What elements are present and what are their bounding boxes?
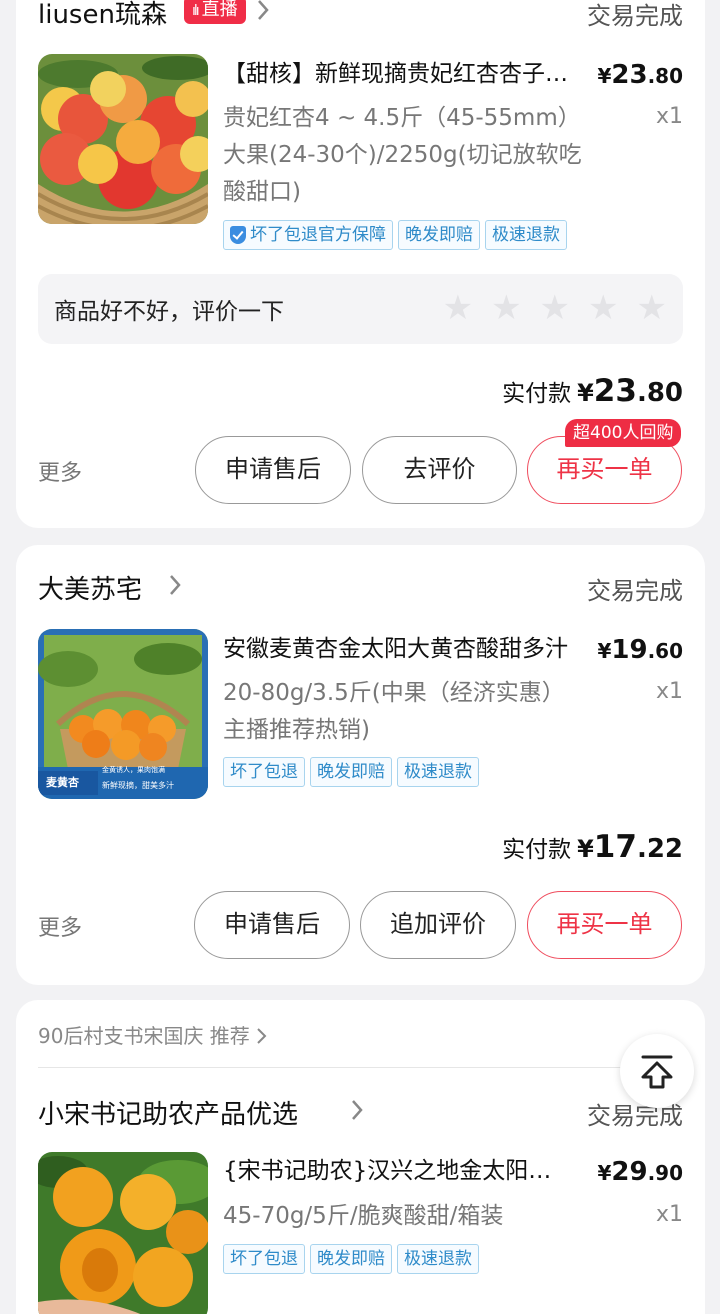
image-caption: 金黄诱人，果肉饱满 xyxy=(102,766,165,774)
after-sale-button[interactable]: 申请售后 xyxy=(194,891,350,959)
order-status: 交易完成 xyxy=(587,2,683,30)
review-prompt[interactable]: 商品好不好，评价一下 ★ ★ ★ ★ ★ xyxy=(38,274,683,344)
live-bars-icon: ılı xyxy=(192,3,200,19)
more-link[interactable]: 更多 xyxy=(38,455,82,487)
order-card-2: 大美苏宅 交易完成 麦黄杏 金黄诱人，果肉饱满 新鲜现摘，甜美多汁 安徽麦黄杏金… xyxy=(16,545,705,985)
service-tag: 坏了包退 xyxy=(223,757,305,787)
image-caption: 麦黄杏 xyxy=(46,776,79,789)
write-review-button[interactable]: 去评价 xyxy=(362,436,517,504)
product-qty: x1 xyxy=(655,679,683,704)
service-tag: 晚发即赔 xyxy=(310,757,392,787)
order-status: 交易完成 xyxy=(587,577,683,605)
service-tags: 坏了包退 晚发即赔 极速退款 xyxy=(223,1244,479,1274)
service-tags: 坏了包退官方保障 晚发即赔 极速退款 xyxy=(223,220,567,250)
chevron-right-icon[interactable] xyxy=(256,0,278,28)
service-tag: 极速退款 xyxy=(397,1244,479,1274)
star-rating[interactable]: ★ ★ ★ ★ ★ xyxy=(443,290,667,326)
divider xyxy=(38,1067,683,1068)
shop-row[interactable]: 小宋书记助农产品优选 交易完成 xyxy=(38,1090,683,1138)
service-tag: 极速退款 xyxy=(485,220,567,250)
star-icon[interactable]: ★ xyxy=(588,290,618,326)
product-qty: x1 xyxy=(655,104,683,129)
star-icon[interactable]: ★ xyxy=(637,290,667,326)
paid-amount: 实付款 ¥17.22 xyxy=(502,829,683,865)
chevron-right-icon[interactable] xyxy=(168,573,190,603)
service-tag: 坏了包退 xyxy=(223,1244,305,1274)
service-tag: 晚发即赔 xyxy=(398,220,480,250)
product-image-golden-apricots[interactable] xyxy=(38,1152,208,1314)
shop-name[interactable]: 大美苏宅 xyxy=(38,569,142,606)
product-price: ¥19.60 xyxy=(597,635,683,665)
shield-icon xyxy=(230,226,246,244)
buy-again-button[interactable]: 再买一单 xyxy=(527,891,682,959)
back-to-top-icon xyxy=(641,1055,673,1089)
repurchase-badge: 超400人回购 xyxy=(565,419,682,447)
product-spec: 20-80g/3.5斤(中果（经济实惠）主播推荐热销) xyxy=(223,680,565,743)
star-icon[interactable]: ★ xyxy=(443,290,473,326)
order-card-1: liusen琉森 ılı 直播 交易完成 【甜核】新鲜现摘贵妃红杏杏子包邮 ¥2… xyxy=(16,0,705,528)
product-title[interactable]: 安徽麦黄杏金太阳大黄杏酸甜多汁 xyxy=(223,633,573,665)
paid-amount: 实付款 ¥23.80 xyxy=(502,373,683,409)
shop-row[interactable]: liusen琉森 ılı 直播 交易完成 xyxy=(38,0,683,38)
product-image-apricots[interactable] xyxy=(38,54,208,224)
star-icon[interactable]: ★ xyxy=(540,290,570,326)
shop-row[interactable]: 大美苏宅 交易完成 xyxy=(38,565,683,613)
service-tag: 坏了包退官方保障 xyxy=(223,220,393,250)
service-tags: 坏了包退 晚发即赔 极速退款 xyxy=(223,757,479,787)
chevron-right-icon[interactable] xyxy=(350,1098,372,1128)
live-badge: ılı 直播 xyxy=(184,0,246,24)
after-sale-button[interactable]: 申请售后 xyxy=(195,436,351,504)
recommender-line[interactable]: 90后村支书宋国庆 推荐 xyxy=(38,1020,268,1049)
product-spec: 45-70g/5斤/脆爽酸甜/箱装 xyxy=(223,1203,504,1229)
product-price: ¥29.90 xyxy=(597,1157,683,1187)
review-prompt-text: 商品好不好，评价一下 xyxy=(54,299,284,325)
product-qty: x1 xyxy=(655,1202,683,1227)
add-review-button[interactable]: 追加评价 xyxy=(360,891,516,959)
image-caption: 新鲜现摘，甜美多汁 xyxy=(102,781,174,790)
product-spec: 贵妃红杏4 ~ 4.5斤（45-55mm）大果(24-30个)/2250g(切记… xyxy=(223,105,582,205)
more-link[interactable]: 更多 xyxy=(38,910,82,942)
product-price: ¥23.80 xyxy=(597,60,683,90)
product-title[interactable]: {宋书记助农}汉兴之地金太阳杏子 xyxy=(223,1155,573,1187)
service-tag: 极速退款 xyxy=(397,757,479,787)
chevron-right-icon xyxy=(257,1028,267,1044)
shop-name[interactable]: 小宋书记助农产品优选 xyxy=(38,1094,298,1131)
product-title[interactable]: 【甜核】新鲜现摘贵妃红杏杏子包邮 xyxy=(223,58,573,90)
order-card-3: 90后村支书宋国庆 推荐 小宋书记助农产品优选 交易完成 {宋书记助农}汉兴之地… xyxy=(16,1000,705,1314)
back-to-top-button[interactable] xyxy=(620,1034,694,1108)
service-tag: 晚发即赔 xyxy=(310,1244,392,1274)
star-icon[interactable]: ★ xyxy=(491,290,521,326)
product-image-apricot-basket[interactable]: 麦黄杏 金黄诱人，果肉饱满 新鲜现摘，甜美多汁 xyxy=(38,629,208,799)
shop-name[interactable]: liusen琉森 xyxy=(38,0,167,31)
